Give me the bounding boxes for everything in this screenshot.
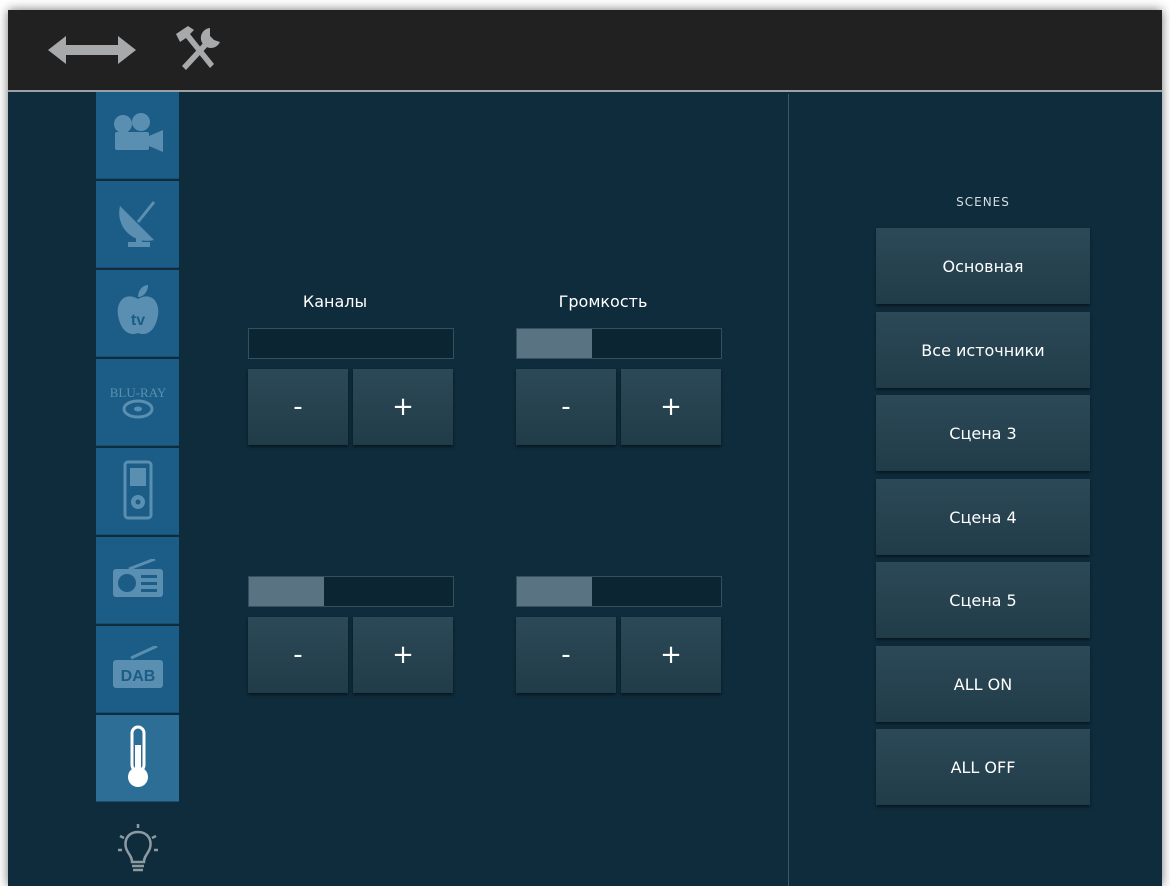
radio-icon [111,557,165,603]
light-bulb-icon [116,824,160,880]
control4-level-bar [516,576,722,607]
control4-minus-button[interactable]: - [516,617,616,693]
scene-button-4[interactable]: Сцена 4 [876,479,1090,555]
apple-tv-label: tv [130,312,144,329]
source-sidebar: tv BLU-RAY DAB [96,92,179,804]
control4-plus-button[interactable]: + [621,617,721,693]
sidebar-item-lighting[interactable] [96,822,179,882]
scene-button-all-on[interactable]: ALL ON [876,646,1090,722]
scene-button-all-sources[interactable]: Все источники [876,312,1090,388]
satellite-dish-icon [114,198,162,252]
ipod-icon [123,460,153,524]
film-camera-icon [111,112,165,160]
sidebar-item-cinema[interactable] [96,92,179,179]
control3-plus-button[interactable]: + [353,617,453,693]
dab-radio-icon: DAB [111,644,165,694]
apple-tv-icon: tv [114,284,162,343]
scene-button-all-off[interactable]: ALL OFF [876,729,1090,805]
channels-level-bar [248,328,454,359]
sidebar-item-apple-tv[interactable]: tv [96,270,179,357]
blu-ray-icon: BLU-RAY [108,381,168,425]
blu-ray-label: BLU-RAY [109,385,166,400]
channels-minus-button[interactable]: - [248,369,348,445]
sidebar-item-satellite[interactable] [96,181,179,268]
app-frame: tv BLU-RAY DAB Каналы - + Громкость - + … [8,10,1162,886]
control3-level-fill [249,577,325,606]
tools-icon[interactable] [170,24,226,78]
thermometer-icon [126,725,150,793]
channels-title: Каналы [302,292,368,311]
control3-minus-button[interactable]: - [248,617,348,693]
control4-level-fill [517,577,593,606]
sidebar-item-dab[interactable]: DAB [96,626,179,713]
volume-plus-button[interactable]: + [621,369,721,445]
top-bar [8,10,1162,92]
volume-minus-button[interactable]: - [516,369,616,445]
sidebar-item-blu-ray[interactable]: BLU-RAY [96,359,179,446]
sidebar-item-climate[interactable] [96,715,179,802]
panel-divider [788,94,789,886]
control3-level-bar [248,576,454,607]
volume-level-bar [516,328,722,359]
double-arrow-icon[interactable] [48,36,136,68]
scene-button-3[interactable]: Сцена 3 [876,395,1090,471]
volume-title: Громкость [558,292,648,311]
scene-button-5[interactable]: Сцена 5 [876,562,1090,638]
sidebar-item-radio[interactable] [96,537,179,624]
dab-label: DAB [120,668,155,685]
channels-plus-button[interactable]: + [353,369,453,445]
scenes-title: SCENES [956,195,1010,209]
sidebar-item-ipod[interactable] [96,448,179,535]
volume-level-fill [517,329,593,358]
scene-button-osnovnaya[interactable]: Основная [876,228,1090,304]
